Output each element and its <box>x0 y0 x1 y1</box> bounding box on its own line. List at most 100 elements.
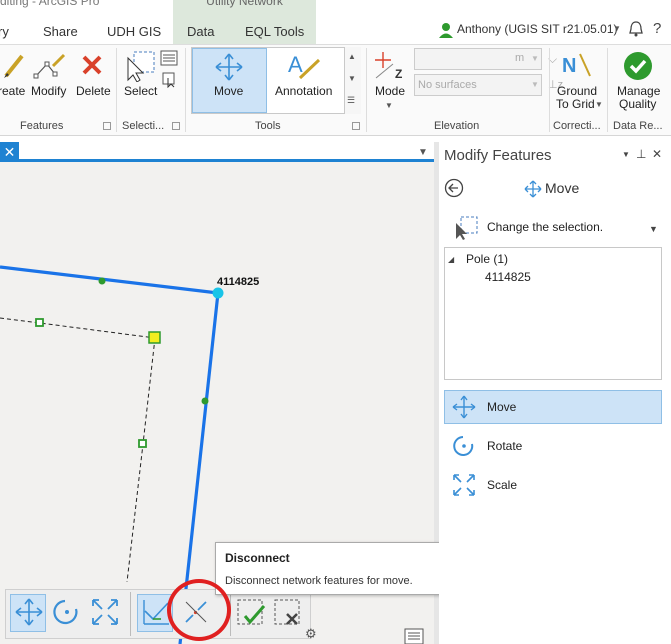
chevron-down-icon: ▼ <box>531 54 539 63</box>
create-button[interactable]: reate <box>0 84 25 98</box>
vertex-marker <box>35 318 44 327</box>
gallery-down-icon[interactable]: ▼ <box>348 74 356 83</box>
tooltip-description: Disconnect network features for move. <box>225 575 413 587</box>
gear-icon[interactable]: ⚙ <box>305 626 317 642</box>
move-arrows-icon <box>452 395 476 419</box>
tab-share[interactable]: Share <box>43 24 78 39</box>
attributes-icon[interactable] <box>160 50 178 66</box>
features-group-label: Features <box>20 120 64 132</box>
clear-selection-icon[interactable] <box>162 72 178 88</box>
tab-data[interactable]: Data <box>187 24 214 39</box>
tooltip-title: Disconnect <box>225 551 290 565</box>
annotation-icon: A <box>288 52 321 80</box>
chevron-down-icon[interactable]: ▼ <box>613 24 621 33</box>
corrections-group-label: Correcti... <box>553 120 601 132</box>
pole-point <box>212 287 224 299</box>
manage-quality-label-2: Quality <box>619 97 657 111</box>
contextual-group-title: Utility Network <box>206 0 283 8</box>
features-launcher[interactable] <box>103 122 111 130</box>
cancel-icon <box>274 599 300 625</box>
selection-tree <box>444 247 662 380</box>
pane-item-label: Scale <box>487 478 518 492</box>
tree-item-feature[interactable]: 4114825 <box>485 270 531 284</box>
ribbon-divider <box>116 48 117 132</box>
ribbon-divider <box>607 48 608 132</box>
chevron-down-icon[interactable]: ▼ <box>649 224 658 234</box>
help-icon[interactable]: ? <box>653 20 661 37</box>
rotate-icon <box>453 436 474 456</box>
pane-title: Modify Features <box>444 147 552 164</box>
move-arrows-icon <box>15 598 43 626</box>
selection-group-label: Selecti... <box>122 120 165 132</box>
selection-launcher[interactable] <box>172 122 180 130</box>
ground-to-grid-label-2: To Grid <box>556 97 595 111</box>
chevron-down-icon[interactable]: ▼ <box>595 100 603 109</box>
bell-icon[interactable] <box>628 20 644 38</box>
scale-icon <box>92 599 118 625</box>
change-selection-icon <box>456 216 478 240</box>
svg-text:Z: Z <box>395 67 402 81</box>
user-icon <box>439 23 453 38</box>
create-icon <box>4 54 24 78</box>
elevation-group-label: Elevation <box>434 120 480 132</box>
gallery-up-icon[interactable]: ▲ <box>348 52 356 61</box>
modify-icon <box>33 53 66 79</box>
tab-editing[interactable]: ry <box>0 24 9 39</box>
selected-vertex <box>148 331 161 344</box>
pane-item-label: Move <box>487 400 517 414</box>
network-line <box>0 265 219 295</box>
collapse-icon[interactable]: ◢ <box>448 255 454 264</box>
manage-quality-icon <box>624 52 652 80</box>
ground-to-grid-icon: N <box>562 53 591 77</box>
z-icon <box>523 76 541 94</box>
scale-icon <box>453 474 475 496</box>
data-reviewer-group-label: Data Re... <box>613 120 663 132</box>
junction-point <box>201 397 209 405</box>
toolbar-divider <box>130 592 131 636</box>
tab-udh-gis[interactable]: UDH GIS <box>107 24 161 39</box>
move-tool-label: Move <box>214 84 244 98</box>
finish-icon <box>237 599 266 625</box>
tree-group-pole[interactable]: Pole (1) <box>466 252 508 266</box>
elevation-unit: m <box>515 52 525 64</box>
tools-launcher[interactable] <box>352 122 360 130</box>
modify-button[interactable]: Modify <box>31 84 66 98</box>
tab-eql-tools[interactable]: EQL Tools <box>245 24 304 39</box>
chevron-down-icon[interactable]: ▼ <box>385 101 393 110</box>
ribbon-divider <box>549 48 550 132</box>
catalog-icon[interactable] <box>403 626 425 644</box>
elevation-mode-icon: Z <box>375 52 402 81</box>
chevron-down-icon[interactable]: ▼ <box>418 147 428 158</box>
annotation-tool-button[interactable]: Annotation <box>275 84 332 98</box>
pane-item-scale[interactable] <box>444 468 662 502</box>
change-selection-dropdown[interactable]: Change the selection. <box>487 220 603 234</box>
delete-button[interactable]: Delete <box>76 84 111 98</box>
ground-to-grid-button[interactable]: Ground <box>557 84 597 98</box>
pane-item-rotate[interactable] <box>444 429 662 463</box>
highlight-circle <box>167 579 231 641</box>
close-icon[interactable]: ✕ <box>652 147 662 161</box>
chevron-down-icon[interactable]: ▼ <box>622 150 630 159</box>
pane-item-label: Rotate <box>487 439 523 453</box>
dashed-line <box>0 317 156 339</box>
back-icon[interactable] <box>444 178 464 198</box>
close-icon[interactable]: ✕ <box>0 142 19 162</box>
select-icon <box>127 51 155 82</box>
delete-icon <box>82 55 102 75</box>
junction-point <box>98 277 106 285</box>
pane-item-move[interactable] <box>444 390 662 424</box>
vertex-marker <box>138 439 147 448</box>
select-button[interactable]: Select <box>124 84 157 98</box>
rotate-icon <box>53 599 78 625</box>
pin-icon[interactable]: ⊥ <box>636 147 646 161</box>
tools-group-label: Tools <box>255 120 281 132</box>
dashed-line <box>126 337 156 583</box>
user-account[interactable]: Anthony (UGIS SIT r21.05.01) <box>457 22 618 36</box>
svg-text:N: N <box>562 55 576 77</box>
move-arrows-icon <box>524 180 542 198</box>
svg-text:A: A <box>288 52 303 77</box>
map-tab-strip <box>0 142 434 162</box>
manage-quality-button[interactable]: Manage <box>617 84 660 98</box>
gallery-expand-icon[interactable]: ☰ <box>347 95 355 106</box>
elevation-mode-button[interactable]: Mode <box>375 84 405 98</box>
